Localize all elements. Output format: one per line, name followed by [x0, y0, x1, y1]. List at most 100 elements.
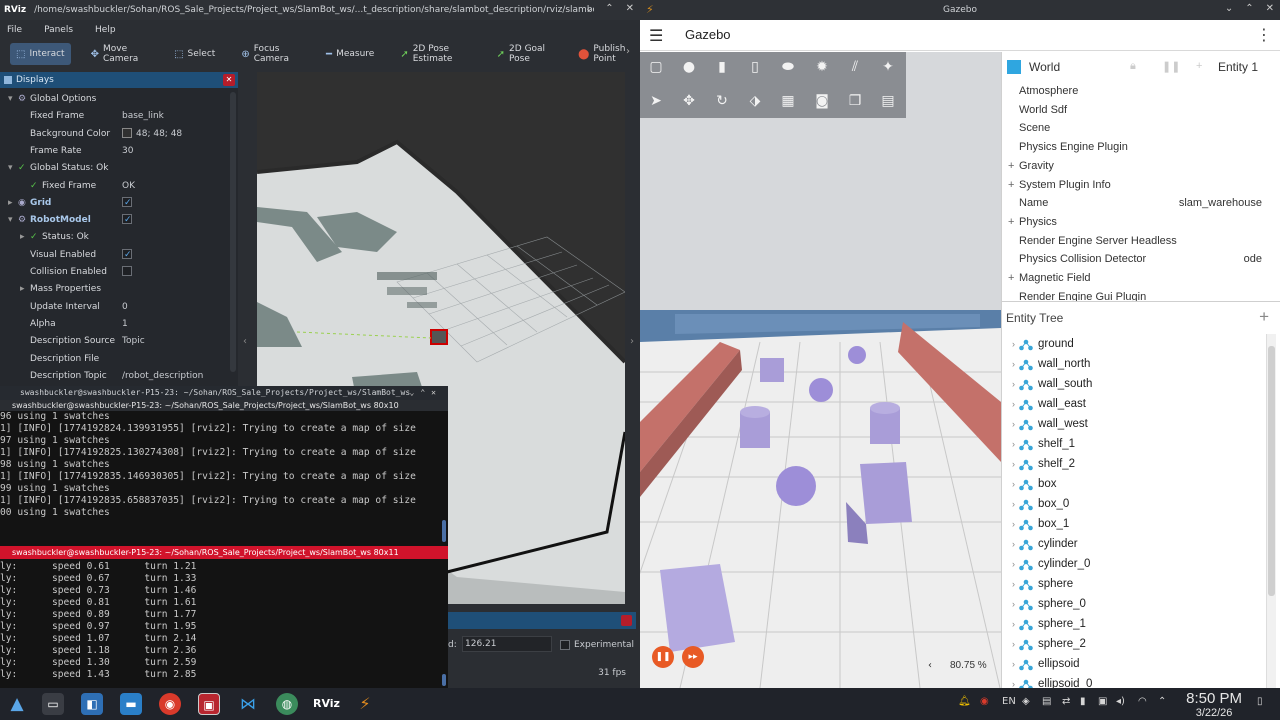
wifi-icon[interactable]: ◠ [1138, 696, 1147, 707]
entity-row[interactable]: › sphere_0 [1002, 594, 1258, 614]
pause-button[interactable]: ❚❚ [652, 646, 674, 668]
collapse-left-icon[interactable]: ‹ [243, 336, 247, 347]
property-row[interactable]: Frame Rate 30 [0, 143, 228, 160]
entity-row[interactable]: › ellipsoid_0 [1002, 674, 1258, 688]
tool-measure[interactable]: ━ Measure [320, 43, 380, 65]
displays-scrollbar[interactable] [230, 92, 236, 372]
world-property-row[interactable]: Render Engine Gui Plugin [1002, 288, 1270, 302]
world-property-row[interactable]: Physics Engine Plugin [1002, 138, 1270, 157]
terminal-tab[interactable]: swashbuckler@swashbuckler-P15-23: ~/Soha… [0, 400, 448, 411]
entity-row[interactable]: › cylinder [1002, 534, 1258, 554]
gazebo-app-icon[interactable]: ⚡ [354, 693, 376, 715]
collapse-arrow-icon[interactable]: ▾ [8, 91, 18, 108]
globe-app-icon[interactable]: ◍ [276, 693, 298, 715]
expand-chevron-icon[interactable]: › [1012, 514, 1015, 534]
collapse-arrow-icon[interactable]: ▾ [8, 212, 18, 229]
expand-chevron-icon[interactable]: › [1012, 334, 1015, 354]
entity-row[interactable]: › cylinder_0 [1002, 554, 1258, 574]
property-row[interactable]: Description Source Topic [0, 333, 228, 350]
expand-chevron-icon[interactable]: › [1012, 594, 1015, 614]
dropbox-icon[interactable]: ◈ [1022, 696, 1030, 707]
ros-time-field[interactable]: 126.21 [462, 636, 552, 652]
ellipsoid-shape-icon[interactable]: ⬬ [779, 58, 797, 76]
property-row[interactable]: Collision Enabled [0, 264, 228, 281]
entity-row[interactable]: › wall_west [1002, 414, 1258, 434]
world-property-row[interactable]: World Sdf [1002, 101, 1270, 120]
property-checkbox[interactable] [122, 247, 132, 264]
hamburger-menu-icon[interactable]: ☰ [649, 26, 663, 45]
gpu-icon[interactable]: ▣ [1098, 696, 1107, 707]
property-row[interactable]: Description File [0, 351, 228, 368]
store-app-icon[interactable]: ◧ [81, 693, 103, 715]
maximize-icon[interactable]: ⌃ [605, 3, 613, 14]
menu-help[interactable]: Help [95, 25, 116, 35]
gazebo-title-bar[interactable]: ⚡ Gazebo ⌄ ⌃ ✕ [640, 0, 1280, 20]
property-row[interactable]: Fixed Frame base_link [0, 108, 228, 125]
gazebo-3d-scene[interactable] [640, 52, 1001, 688]
terminal-tab-active[interactable]: swashbuckler@swashbuckler-P15-23: ~/Soha… [0, 546, 448, 559]
collapse-right-icon[interactable]: › [630, 336, 634, 347]
screenshot-icon[interactable]: ◙ [813, 92, 831, 110]
expand-chevron-icon[interactable]: › [1012, 474, 1015, 494]
app-launcher-icon[interactable]: ▲ [6, 693, 28, 715]
grid-icon[interactable]: ▦ [779, 92, 797, 110]
terminal-title-bar[interactable]: swashbuckler@swashbuckler-P15-23: ~/Soha… [0, 386, 448, 400]
terminal-window-top[interactable]: swashbuckler@swashbuckler-P15-23: ~/Soha… [0, 386, 448, 546]
entity-row[interactable]: › shelf_2 [1002, 454, 1258, 474]
entity-row[interactable]: › sphere_2 [1002, 634, 1258, 654]
world-property-row[interactable]: + Gravity [1002, 157, 1270, 176]
expand-chevron-icon[interactable]: › [1012, 354, 1015, 374]
terminal-window-bottom[interactable]: swashbuckler@swashbuckler-P15-23: ~/Soha… [0, 546, 448, 688]
entity-row[interactable]: › wall_south [1002, 374, 1258, 394]
world-property-row[interactable]: Physics Collision Detector ode [1002, 250, 1270, 269]
expand-chevron-icon[interactable]: › [1012, 434, 1015, 454]
expand-chevron-icon[interactable]: › [1012, 674, 1015, 688]
experimental-checkbox[interactable] [560, 640, 570, 650]
close-icon[interactable]: ✕ [1266, 3, 1274, 14]
directional-light-icon[interactable]: ⫽ [846, 58, 864, 76]
menu-file[interactable]: File [7, 25, 22, 35]
paste-icon[interactable]: ▤ [879, 92, 897, 110]
expand-chevron-icon[interactable]: › [1012, 454, 1015, 474]
vscode-app-icon[interactable]: ⋈ [237, 693, 259, 715]
property-checkbox[interactable] [122, 212, 132, 229]
entity-row[interactable]: › wall_east [1002, 394, 1258, 414]
expand-chevron-icon[interactable]: › [1012, 374, 1015, 394]
spot-light-icon[interactable]: ✦ [879, 58, 897, 76]
color-swatch[interactable] [122, 127, 132, 138]
expand-plus-icon[interactable]: + [1008, 213, 1014, 232]
expand-chevron-icon[interactable]: › [1012, 394, 1015, 414]
property-row[interactable]: Description Topic/robot_description [0, 368, 228, 385]
entity-row[interactable]: › wall_north [1002, 354, 1258, 374]
box-shape-icon[interactable]: ▢ [647, 58, 665, 76]
terminal-scrollbar[interactable] [442, 674, 446, 686]
language-indicator[interactable]: EN [1002, 696, 1016, 707]
tool-select[interactable]: ⬚ Select [168, 43, 221, 65]
property-checkbox[interactable] [122, 195, 132, 212]
chrome-tray-icon[interactable]: ◉ [980, 696, 989, 707]
property-row[interactable]: Visual Enabled [0, 247, 228, 264]
property-row[interactable]: Update Interval 0 [0, 299, 228, 316]
point-light-icon[interactable]: ✹ [813, 58, 831, 76]
property-row[interactable]: ▾ ⚙ Global Options [0, 91, 228, 108]
tray-expand-icon[interactable]: ⌃ [1158, 696, 1166, 707]
close-icon[interactable] [621, 615, 632, 626]
files-app-icon[interactable]: ▬ [120, 693, 142, 715]
world-property-row[interactable]: + System Plugin Info [1002, 176, 1270, 195]
minimize-icon[interactable]: ⌄ [585, 3, 593, 14]
entity-row[interactable]: › shelf_1 [1002, 434, 1258, 454]
close-icon[interactable]: ✕ [626, 3, 634, 14]
transform-control-icon[interactable]: ⬗ [746, 92, 764, 110]
terminal-scrollbar[interactable] [442, 520, 446, 542]
entity-row[interactable]: › ellipsoid [1002, 654, 1258, 674]
show-desktop-icon[interactable]: ▯ [1257, 696, 1263, 707]
more-options-icon[interactable]: ⋮ [1256, 25, 1272, 44]
rviz-app-icon[interactable]: RViz [313, 693, 340, 715]
expand-chevron-icon[interactable]: › [1012, 634, 1015, 654]
translate-mode-icon[interactable]: ✥ [680, 92, 698, 110]
displays-header[interactable]: Displays ✕ [0, 72, 238, 88]
notification-bell-icon[interactable]: 🔔︎ [958, 696, 971, 707]
close-icon[interactable]: ✕ [223, 74, 235, 86]
expand-chevron-icon[interactable]: › [1012, 614, 1015, 634]
property-row[interactable]: Background Color 48; 48; 48 [0, 126, 228, 143]
